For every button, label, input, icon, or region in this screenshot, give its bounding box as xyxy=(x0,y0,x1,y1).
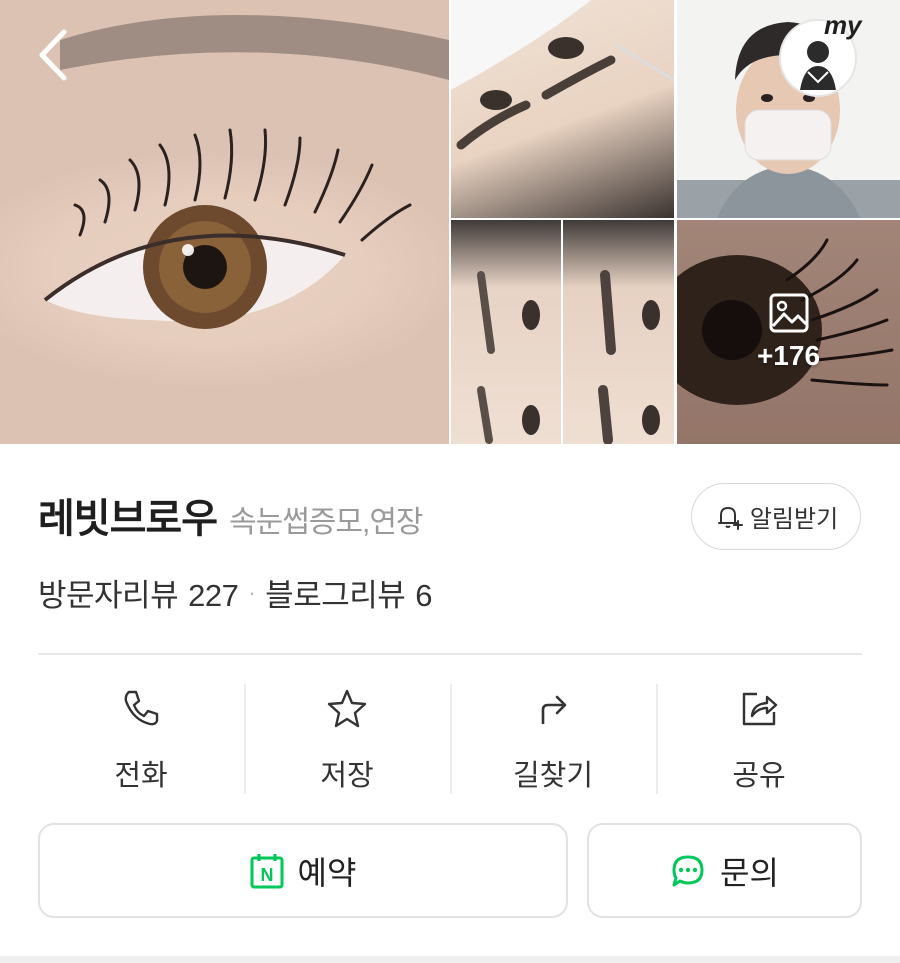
review-summary: 방문자리뷰 227 · 블로그리뷰 6 xyxy=(38,570,433,615)
directions-icon xyxy=(541,695,567,724)
visitor-review-count: 227 xyxy=(188,578,239,613)
reserve-label: 예약 xyxy=(297,854,357,891)
more-photos-button[interactable]: +176 xyxy=(677,220,900,444)
place-category: 속눈썹증모,연장 xyxy=(229,506,424,539)
gallery-photo-3[interactable] xyxy=(451,220,561,444)
share-button[interactable]: 공유 xyxy=(656,684,862,794)
bottom-separator xyxy=(0,956,900,963)
save-button[interactable]: 저장 xyxy=(244,684,450,794)
blog-review-link[interactable]: 블로그리뷰 6 xyxy=(265,570,432,615)
bell-plus-icon xyxy=(717,506,743,530)
place-title-row: 레빗브로우 속눈썹증모,연장 xyxy=(38,486,424,544)
blog-review-count: 6 xyxy=(415,578,433,613)
gallery-photo-4-art xyxy=(598,270,660,444)
share-label: 공유 xyxy=(732,760,786,792)
chevron-left-icon xyxy=(39,29,67,81)
naver-booking-letter: N xyxy=(260,865,273,885)
gallery-photo-4[interactable] xyxy=(563,220,674,444)
gallery-photo-1-art xyxy=(451,0,674,150)
gallery-photo-1[interactable] xyxy=(451,0,674,218)
review-separator: · xyxy=(248,579,256,605)
blog-review-label: 블로그리뷰 xyxy=(265,578,406,613)
action-bar: 전화 저장 길찾기 공유 xyxy=(38,684,862,794)
my-badge-label: my xyxy=(824,10,862,40)
call-label: 전화 xyxy=(114,760,168,792)
directions-label: 길찾기 xyxy=(512,760,594,792)
visitor-review-link[interactable]: 방문자리뷰 227 xyxy=(38,570,239,615)
my-profile-badge[interactable]: my xyxy=(778,10,864,98)
inquiry-label: 문의 xyxy=(720,854,779,891)
image-icon xyxy=(769,293,808,333)
notify-button[interactable]: 알림받기 xyxy=(691,483,861,550)
section-divider xyxy=(38,653,862,655)
back-button[interactable] xyxy=(30,28,78,84)
inquiry-button[interactable]: 문의 xyxy=(587,823,862,918)
naver-booking-icon: N xyxy=(250,853,284,888)
star-icon xyxy=(327,689,367,728)
phone-icon xyxy=(124,690,159,726)
save-label: 저장 xyxy=(320,760,374,792)
place-name: 레빗브로우 xyxy=(38,497,218,541)
notify-label: 알림받기 xyxy=(749,506,839,533)
call-button[interactable]: 전화 xyxy=(38,684,244,794)
photo-gallery: my +176 xyxy=(0,0,900,444)
chat-bubble-icon xyxy=(672,855,704,886)
reserve-button[interactable]: N 예약 xyxy=(38,823,568,918)
visitor-review-label: 방문자리뷰 xyxy=(38,578,179,613)
more-photos-count: +176 xyxy=(756,340,821,371)
share-icon xyxy=(742,692,778,726)
gallery-photo-3-art xyxy=(477,271,540,444)
directions-button[interactable]: 길찾기 xyxy=(450,684,656,794)
